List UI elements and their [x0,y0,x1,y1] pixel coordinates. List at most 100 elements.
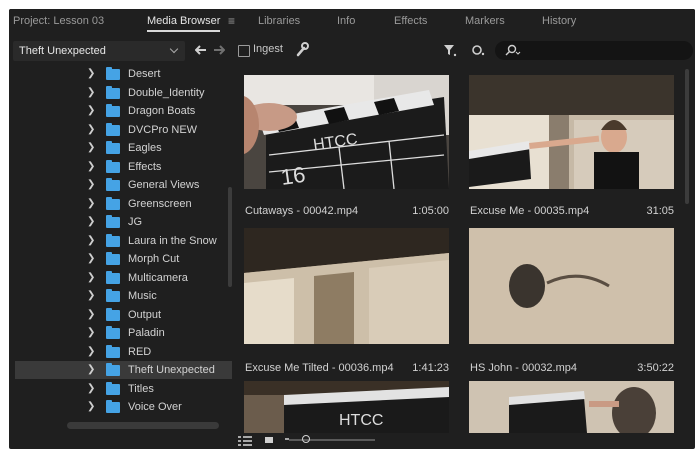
folder-tree-item[interactable]: ❯ Laura in the Snow [15,232,232,250]
folder-tree-item[interactable]: ❯ DVCPro NEW [15,121,232,139]
disclosure-arrow-icon[interactable]: ❯ [87,121,95,139]
folder-tree-item[interactable]: ❯ Music [15,287,232,305]
folder-icon [106,400,120,413]
folder-tree-item[interactable]: ❯ Theft Unexpected [15,361,232,379]
folder-tree-item[interactable]: ❯ Greenscreen [15,195,232,213]
clip-item[interactable]: HTCC [244,381,449,433]
clip-name: Cutaways - 00042.mp4 [245,205,359,217]
folder-icon [106,233,120,247]
disclosure-arrow-icon[interactable]: ❯ [87,176,95,194]
tab-libraries[interactable]: Libraries [258,9,300,34]
search-icon [505,44,521,56]
disclosure-arrow-icon[interactable]: ❯ [87,65,95,83]
disclosure-arrow-icon[interactable]: ❯ [87,195,95,213]
folder-label: Morph Cut [128,253,180,265]
clip-name: HS John - 00032.mp4 [470,362,578,374]
location-dropdown[interactable]: Theft Unexpected [13,41,185,61]
ingest-checkbox[interactable] [238,45,250,57]
tab-info[interactable]: Info [337,9,355,34]
forward-arrow-icon[interactable] [213,45,225,55]
disclosure-arrow-icon[interactable]: ❯ [87,306,95,324]
grid-vertical-scrollbar[interactable] [685,69,689,204]
folder-label: General Views [128,179,200,191]
folder-tree-item[interactable]: ❯ Voice Over [15,398,232,416]
folder-tree-item[interactable]: ❯ Morph Cut [15,250,232,268]
panel-menu-icon[interactable]: ≡ [228,9,235,34]
folder-label: Output [128,308,162,321]
tree-horizontal-scrollbar[interactable] [67,422,219,429]
search-field[interactable] [495,41,693,60]
clip-thumbnail: HTCC [244,381,449,433]
disclosure-arrow-icon[interactable]: ❯ [87,398,95,416]
tab-project[interactable]: Project: Lesson 03 [13,9,104,34]
toolbar: Theft Unexpected Ingest [9,40,695,62]
tree-vertical-scrollbar[interactable] [228,187,232,287]
folder-tree-item[interactable]: ❯ Titles [15,380,232,398]
back-arrow-icon[interactable] [195,45,207,55]
clip-name: Excuse Me - 00035.mp4 [470,205,590,217]
folder-tree-item[interactable]: ❯ JG [15,213,232,231]
folder-icon [106,85,120,99]
folder-tree-item[interactable]: ❯ Double_Identity [15,84,232,102]
folder-label: Dragon Boats [128,105,196,117]
tab-history[interactable]: History [542,9,576,34]
folder-tree-item[interactable]: ❯ Effects [15,158,232,176]
folder-tree-item[interactable]: ❯ Paladin [15,324,232,342]
disclosure-arrow-icon[interactable]: ❯ [87,232,95,250]
folder-tree-item[interactable]: ❯ Dragon Boats [15,102,232,120]
folder-icon [106,252,120,265]
tab-markers[interactable]: Markers [465,9,505,34]
clip-item[interactable]: Excuse Me Tilted - 00036.mp4 1:41:23 [244,228,449,376]
clip-item[interactable]: HS John - 00032.mp4 3:50:22 [469,228,674,376]
list-view-icon[interactable] [238,436,252,446]
tab-media-browser-label: Media Browser [147,15,221,27]
disclosure-arrow-icon[interactable]: ❯ [87,343,95,361]
disclosure-arrow-icon[interactable]: ❯ [87,139,95,157]
folder-icon [106,326,120,339]
folder-label: Music [128,290,157,302]
zoom-out-icon [285,438,289,440]
folder-icon [106,289,120,302]
tab-effects[interactable]: Effects [394,9,427,34]
disclosure-arrow-icon[interactable]: ❯ [87,158,95,176]
folder-icon [106,159,120,173]
folder-tree-item[interactable]: ❯ RED [15,343,232,361]
filter-icon[interactable] [443,43,457,57]
svg-text:16: 16 [279,162,307,189]
clip-item[interactable]: Excuse Me - 00035.mp4 31:05 [469,75,674,223]
clip-thumbnail [469,75,674,189]
disclosure-arrow-icon[interactable]: ❯ [87,269,95,287]
disclosure-arrow-icon[interactable]: ❯ [87,102,95,120]
disclosure-arrow-icon[interactable]: ❯ [87,287,95,305]
wrench-icon[interactable] [295,41,309,57]
folder-label: Multicamera [128,271,188,284]
folder-label: DVCPro NEW [128,123,198,136]
disclosure-arrow-icon[interactable]: ❯ [87,84,95,102]
icon-view-icon[interactable] [265,437,273,443]
search-input[interactable] [525,43,689,59]
disclosure-arrow-icon[interactable]: ❯ [87,250,95,268]
clip-thumbnail [469,228,674,344]
folder-tree-item[interactable]: ❯ Desert [15,65,232,83]
clip-item[interactable] [469,381,674,433]
folder-icon [106,307,120,321]
folder-label: Desert [128,68,161,80]
folder-label: RED [128,345,152,358]
clip-item[interactable]: HTCC 16 Cutaways - 00042.mp4 1:05:00 [244,75,449,223]
disclosure-arrow-icon[interactable]: ❯ [87,324,95,342]
tab-media-browser[interactable]: Media Browser [147,9,232,34]
media-browser-panel: Project: Lesson 03 Media Browser ≡ Libra… [9,9,695,449]
zoom-slider-thumb[interactable] [302,435,311,443]
view-options-icon[interactable] [471,44,487,56]
folder-tree-item[interactable]: ❯ Eagles [15,139,232,157]
folder-tree-item[interactable]: ❯ Output [15,306,232,324]
folder-tree-item[interactable]: ❯ Multicamera [15,269,232,287]
chevron-down-icon [169,44,179,54]
disclosure-arrow-icon[interactable]: ❯ [87,213,95,231]
disclosure-arrow-icon[interactable]: ❯ [87,361,95,379]
folder-icon [106,104,120,117]
disclosure-arrow-icon[interactable]: ❯ [87,380,95,398]
folder-icon [106,141,120,154]
active-tab-underline [147,30,221,32]
folder-tree-item[interactable]: ❯ General Views [15,176,232,194]
